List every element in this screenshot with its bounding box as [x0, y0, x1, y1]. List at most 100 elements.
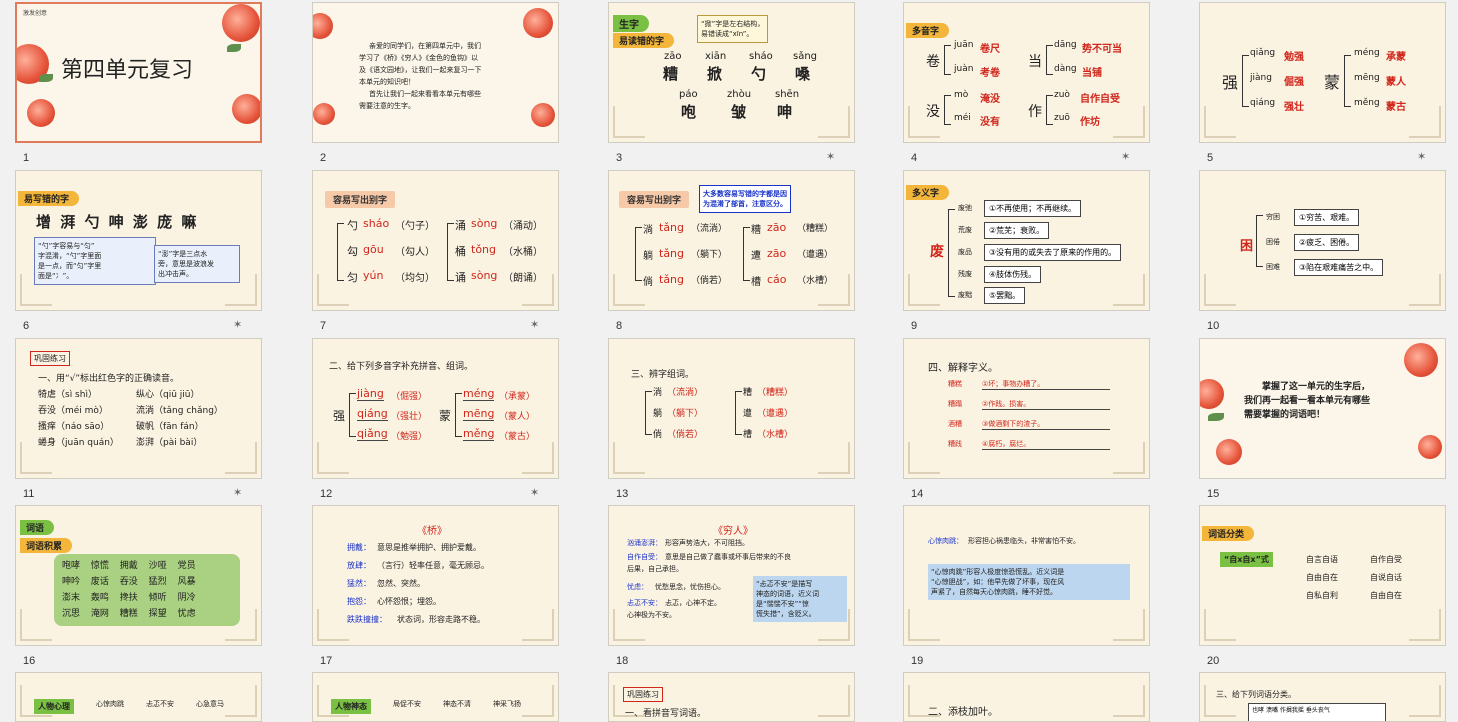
term: 忧虑：: [627, 583, 648, 591]
slide-thumb-13[interactable]: 三、辨字组词。 淌 （流淌） 躺 （躺下） 倘 （倘若） 糟 （糟糕） 遭 （遭…: [608, 338, 855, 500]
section-tag: 容易写出别字: [325, 191, 396, 208]
slide-number: 11: [23, 488, 35, 500]
slide-thumb-11[interactable]: 巩固练习 一、用“√”标出红色字的正确读音。 犄虐（sì shì） 纵心（qiū…: [15, 338, 262, 500]
char: 桶: [455, 245, 466, 258]
slide-19-canvas[interactable]: 心惊肉跳： 形容担心祸患临头，非常害怕不安。 “心惊肉跳”形容人极度惊恐慌乱。近…: [903, 505, 1150, 646]
slide-22-canvas[interactable]: 人物神态 局促不安 神态不清 神采飞扬: [312, 672, 559, 722]
slide-thumb-4[interactable]: 多音字 卷 juān 卷尺 juàn 考卷 当 dāng 势不可当 dàng 当…: [903, 2, 1150, 164]
slide-10-canvas[interactable]: 困 穷困 ①穷苦、艰难。 困倦 ②疲乏、困倦。 困难 ③陷在艰难痛苦之中。: [1199, 170, 1446, 311]
slide-thumb-16[interactable]: 词语 词语积累 咆哮 惊慌 拥戴 沙哑 党员 呻吟 废话 吞没 猛烈 风暴 澎末…: [15, 505, 262, 667]
animation-star-icon[interactable]: ✶: [826, 150, 835, 163]
char: 勾: [347, 245, 358, 258]
animation-star-icon[interactable]: ✶: [233, 486, 242, 499]
slide-4-canvas[interactable]: 多音字 卷 juān 卷尺 juàn 考卷 当 dāng 势不可当 dàng 当…: [903, 2, 1150, 143]
slide-thumb-21[interactable]: 人物心理 心惊肉跳 忐忑不安 心急意马: [15, 672, 262, 722]
slide-thumb-17[interactable]: 《桥》 拥戴： 意思是推举拥护、拥护爱戴。 放肆： （言行）轻率任意，毫无顾忌。…: [312, 505, 559, 667]
pinyin: mēng: [463, 407, 495, 421]
animation-star-icon[interactable]: ✶: [233, 318, 242, 331]
slide-thumb-23[interactable]: 巩固练习 一、看拼音写词语。: [608, 672, 855, 722]
slide-2-canvas[interactable]: 亲爱的同学们，在第四单元中，我们 学习了《桥》《穷人》《金色的鱼钩》以 及《语文…: [312, 2, 559, 143]
word: 困倦: [1266, 238, 1280, 246]
word: （流淌）: [667, 388, 704, 398]
word: 自由自在: [1370, 591, 1402, 600]
pinyin: tǎng: [659, 273, 685, 286]
slide-thumb-22[interactable]: 人物神态 局促不安 神态不清 神采飞扬: [312, 672, 559, 722]
slide-13-canvas[interactable]: 三、辨字组词。 淌 （流淌） 躺 （躺下） 倘 （倘若） 糟 （糟糕） 遭 （遭…: [608, 338, 855, 479]
slide-8-canvas[interactable]: 容易写出别字 大多数容易写错的字都是因 为混淆了部首，注意区分。 淌 tǎng （…: [608, 170, 855, 311]
slide-14-canvas[interactable]: 四、解释字义。 糟糕 ①坏；事物办糟了。 糟蹋 ②作践。损害。 酒糟 ③做酒剩下…: [903, 338, 1150, 479]
slide-thumb-1[interactable]: 激发创意 第四单元复习 1: [15, 2, 262, 164]
answer-cell: 蜷身（juān quán）: [38, 438, 119, 448]
slide-thumb-6[interactable]: 易写错的字 增 湃 勺 呻 澎 庞 嘛 “勺”字容易与“匀” 字混淆，“勺”字里面…: [15, 170, 262, 332]
question: 三、给下列词语分类。: [1216, 690, 1296, 699]
slide-thumb-10[interactable]: 困 穷困 ①穷苦、艰难。 困倦 ②疲乏、困倦。 困难 ③陷在艰难痛苦之中。 10: [1199, 170, 1446, 332]
slide-thumb-19[interactable]: 心惊肉跳： 形容担心祸患临头，非常害怕不安。 “心惊肉跳”形容人极度惊恐慌乱。近…: [903, 505, 1150, 667]
pinyin: mēng: [1354, 73, 1380, 83]
slide-number: 8: [616, 320, 623, 332]
definition: 形容担心祸患临头，非常害怕不安。: [968, 537, 1080, 545]
word: （流淌）: [691, 224, 728, 234]
bracket: [645, 391, 652, 435]
pinyin: zāo: [767, 247, 787, 260]
pinyin: zuò: [1054, 90, 1070, 100]
char: 槽: [743, 430, 753, 440]
word: （勉强）: [391, 432, 428, 442]
pinyin: xiān: [705, 51, 727, 62]
char: 强: [333, 409, 346, 423]
slide-thumb-2[interactable]: 亲爱的同学们，在第四单元中，我们 学习了《桥》《穷人》《金色的鱼钩》以 及《语文…: [312, 2, 559, 164]
slide-thumb-25[interactable]: 三、给下列词语分类。 也哮 溃嘴 作揖我摇 垂头丧气: [1199, 672, 1446, 722]
animation-star-icon[interactable]: ✶: [530, 318, 539, 331]
slide-23-canvas[interactable]: 巩固练习 一、看拼音写词语。: [608, 672, 855, 722]
slide-thumb-15[interactable]: 掌握了这一单元的生字后， 我们再一起看一看本单元有哪些 需要掌握的词语吧！ 15: [1199, 338, 1446, 500]
slide-number: 1: [23, 152, 30, 164]
slide-11-canvas[interactable]: 巩固练习 一、用“√”标出红色字的正确读音。 犄虐（sì shì） 纵心（qiū…: [15, 338, 262, 479]
pinyin: páo: [679, 89, 698, 100]
slide-18-canvas[interactable]: 《穷人》 汹涌澎湃： 形容声势浩大，不可阻挡。 自作自受： 意思是自己做了蠢事或…: [608, 505, 855, 646]
definition: 忧愁思念，忧伤担心。: [655, 583, 725, 591]
slide-3-canvas[interactable]: 生字 易读错的字 “掀”字是左右结构， 易错读成“xīn”。 zāo 糟 xiān…: [608, 2, 855, 143]
slide-thumb-14[interactable]: 四、解释字义。 糟糕 ①坏；事物办糟了。 糟蹋 ②作践。损害。 酒糟 ③做酒剩下…: [903, 338, 1150, 500]
bracket: [1256, 215, 1263, 267]
definition: ②作践。损害。: [982, 399, 1110, 410]
slide-thumb-24[interactable]: 二、添枝加叶。: [903, 672, 1150, 722]
slide-15-canvas[interactable]: 掌握了这一单元的生字后， 我们再一起看一看本单元有哪些 需要掌握的词语吧！: [1199, 338, 1446, 479]
slide-5-canvas[interactable]: 强 qiǎng 勉强 jiàng 倔强 qiáng 强壮 蒙 méng 承蒙 m…: [1199, 2, 1446, 143]
pinyin: jiàng: [1250, 73, 1272, 83]
slide-24-canvas[interactable]: 二、添枝加叶。: [903, 672, 1150, 722]
slide-thumb-12[interactable]: 二、给下列多音字补充拼音、组词。 强 jiàng （倔强） qiáng （强壮）…: [312, 338, 559, 500]
lesson-title: 《桥》: [417, 526, 447, 537]
word: （勺子）: [395, 221, 435, 232]
word: 穷困: [1266, 213, 1280, 221]
slide-25-canvas[interactable]: 三、给下列词语分类。 也哮 溃嘴 作揖我摇 垂头丧气: [1199, 672, 1446, 722]
intro-line: 首先让我们一起来看看本单元有哪些: [369, 90, 481, 98]
slide-16-canvas[interactable]: 词语 词语积累 咆哮 惊慌 拥戴 沙哑 党员 呻吟 废话 吞没 猛烈 风暴 澎末…: [15, 505, 262, 646]
flower-decoration: [232, 94, 260, 124]
animation-star-icon[interactable]: ✶: [530, 486, 539, 499]
slide-12-canvas[interactable]: 二、给下列多音字补充拼音、组词。 强 jiàng （倔强） qiáng （强壮）…: [312, 338, 559, 479]
slide-1-canvas[interactable]: 激发创意 第四单元复习: [15, 2, 262, 143]
slide-thumb-9[interactable]: 多义字 废 废弛 ①不再使用；不再继续。 荒废 ②荒芜；衰败。 废品 ③没有用的…: [903, 170, 1150, 332]
slide-21-canvas[interactable]: 人物心理 心惊肉跳 忐忑不安 心急意马: [15, 672, 262, 722]
slide-9-canvas[interactable]: 多义字 废 废弛 ①不再使用；不再继续。 荒废 ②荒芜；衰败。 废品 ③没有用的…: [903, 170, 1150, 311]
slide-thumb-8[interactable]: 容易写出别字 大多数容易写错的字都是因 为混淆了部首，注意区分。 淌 tǎng （…: [608, 170, 855, 332]
animation-star-icon[interactable]: ✶: [1121, 150, 1130, 163]
definition: （言行）轻率任意，毫无顾忌。: [377, 561, 489, 570]
slide-thumb-7[interactable]: 容易写出别字 勺 sháo （勺子） 勾 gōu （勾人） 匀 yún （均匀）…: [312, 170, 559, 332]
word-panel: 咆哮 惊慌 拥戴 沙哑 党员 呻吟 废话 吞没 猛烈 风暴 澎末 轰鸣 搀扶 倾…: [54, 554, 240, 626]
slide-20-canvas[interactable]: 词语分类 “自x自x”式 自言自语 自作自受 自由自在 自说自话 自私自利 自由…: [1199, 505, 1446, 646]
slide-7-canvas[interactable]: 容易写出别字 勺 sháo （勺子） 勾 gōu （勾人） 匀 yún （均匀）…: [312, 170, 559, 311]
word: 心惊肉跳: [96, 700, 124, 708]
word: （涌动）: [503, 221, 543, 232]
intro-line: 需要注意的生字。: [359, 102, 415, 110]
slide-thumb-5[interactable]: 强 qiǎng 勉强 jiàng 倔强 qiáng 强壮 蒙 méng 承蒙 m…: [1199, 2, 1446, 164]
slide-thumb-20[interactable]: 词语分类 “自x自x”式 自言自语 自作自受 自由自在 自说自话 自私自利 自由…: [1199, 505, 1446, 667]
question: 一、用“√”标出红色字的正确读音。: [38, 374, 180, 384]
section-tag: 词语: [20, 520, 55, 535]
slide-thumb-3[interactable]: 生字 易读错的字 “掀”字是左右结构， 易错读成“xīn”。 zāo 糟 xiān…: [608, 2, 855, 164]
slide-17-canvas[interactable]: 《桥》 拥戴： 意思是推举拥护、拥护爱戴。 放肆： （言行）轻率任意，毫无顾忌。…: [312, 505, 559, 646]
animation-star-icon[interactable]: ✶: [1417, 150, 1426, 163]
slide-thumb-18[interactable]: 《穷人》 汹涌澎湃： 形容声势浩大，不可阻挡。 自作自受： 意思是自己做了蠢事或…: [608, 505, 855, 667]
bracket: [337, 223, 344, 281]
slide-6-canvas[interactable]: 易写错的字 增 湃 勺 呻 澎 庞 嘛 “勺”字容易与“匀” 字混淆，“勺”字里面…: [15, 170, 262, 311]
word: （承蒙）: [499, 392, 536, 402]
